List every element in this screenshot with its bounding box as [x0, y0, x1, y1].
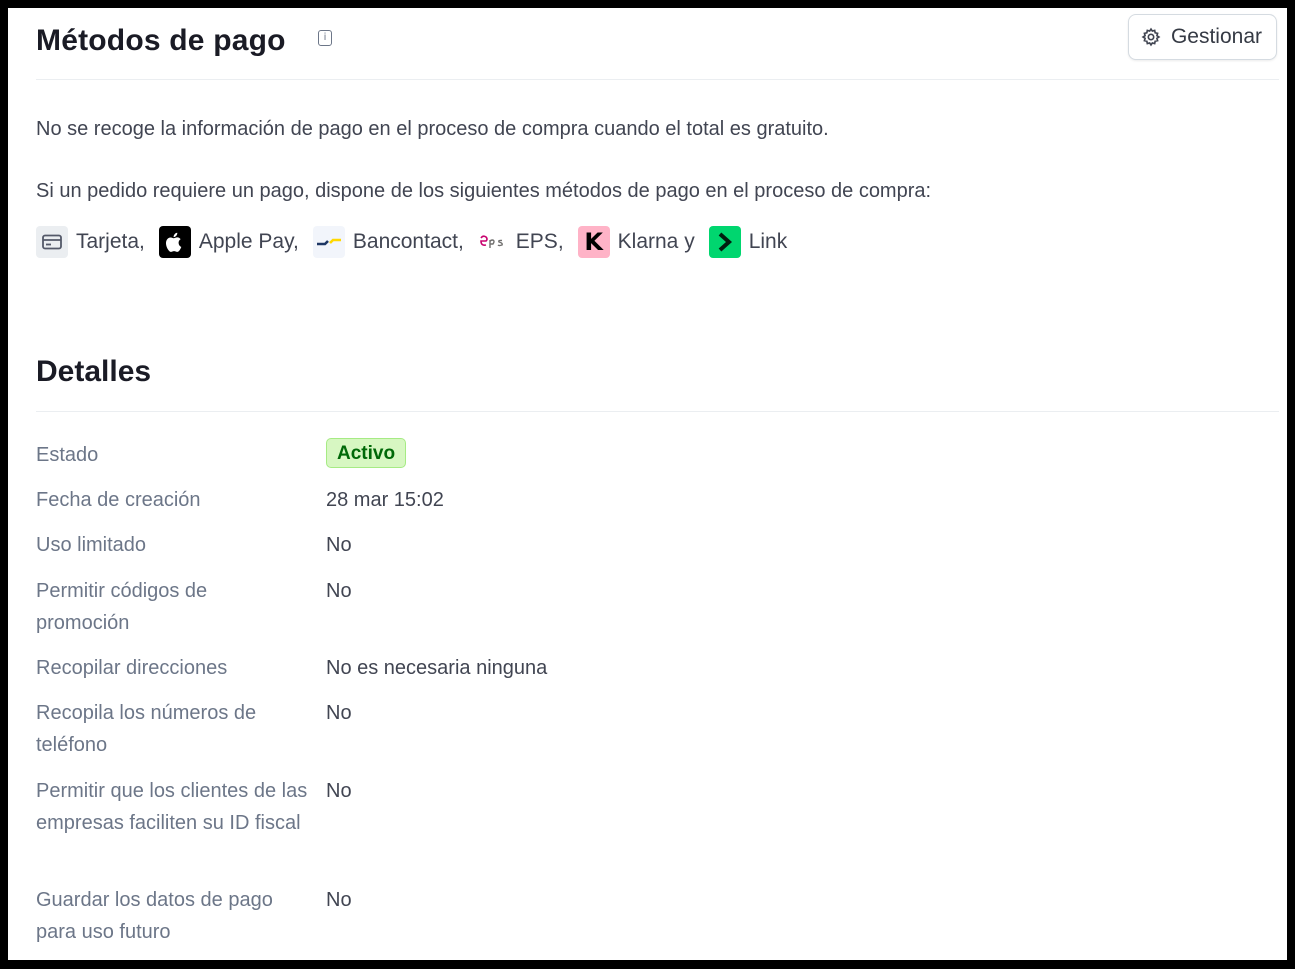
eps-icon	[477, 226, 508, 258]
detail-value-created: 28 mar 15:02	[326, 489, 444, 511]
gear-icon	[1141, 27, 1161, 47]
apple-icon	[158, 226, 191, 258]
free-total-notice: No se recoge la información de pago en e…	[36, 118, 829, 140]
klarna-icon: K	[577, 226, 610, 258]
detail-label-limited-use: Uso limitado	[36, 534, 147, 556]
payment-methods-intro: Si un pedido requiere un pago, dispone d…	[36, 180, 932, 202]
detail-label-addresses: Recopilar direcciones	[36, 657, 228, 679]
payment-method-link: Link	[748, 230, 788, 253]
detail-value-limited-use: No	[326, 534, 352, 556]
detail-value-save-payment: No	[326, 889, 352, 911]
payment-settings-panel: Métodos de pago i Gestionar No se recoge…	[8, 8, 1287, 960]
detail-value-tax-id: No	[326, 780, 352, 802]
payment-methods-list: Tarjeta, Apple Pay, Bancontact, EPS, K K…	[36, 226, 787, 258]
payment-method-eps: EPS,	[515, 230, 564, 253]
payment-method-klarna: Klarna y	[617, 230, 695, 253]
manage-button-label: Gestionar	[1170, 25, 1262, 48]
page-title: Métodos de pago	[36, 24, 286, 57]
detail-value-promo-codes: No	[326, 580, 352, 602]
bancontact-icon	[312, 226, 345, 258]
payment-method-card: Tarjeta,	[76, 230, 145, 253]
info-icon[interactable]: i	[318, 30, 332, 46]
detail-label-created: Fecha de creación	[36, 489, 201, 511]
detail-label-tax-id: Permitir que los clientes de las empresa…	[36, 780, 308, 834]
detail-label-status: Estado	[36, 444, 99, 466]
detail-label-phone-numbers: Recopila los números de teléfono	[36, 702, 257, 756]
link-icon	[708, 226, 741, 258]
payment-methods-header: Métodos de pago i Gestionar	[36, 8, 1279, 80]
details-header: Detalles	[36, 335, 1279, 412]
card-icon	[36, 226, 68, 258]
detail-value-addresses: No es necesaria ninguna	[326, 657, 548, 679]
detail-label-promo-codes: Permitir códigos de promoción	[36, 580, 208, 634]
detail-value-phone-numbers: No	[326, 702, 352, 724]
payment-method-bancontact: Bancontact,	[352, 230, 464, 253]
manage-button[interactable]: Gestionar	[1127, 14, 1277, 60]
detail-label-save-payment: Guardar los datos de pago para uso futur…	[36, 889, 273, 943]
status-badge: Activo	[326, 438, 407, 468]
details-title: Detalles	[36, 355, 152, 388]
payment-method-apple-pay: Apple Pay,	[198, 230, 299, 253]
